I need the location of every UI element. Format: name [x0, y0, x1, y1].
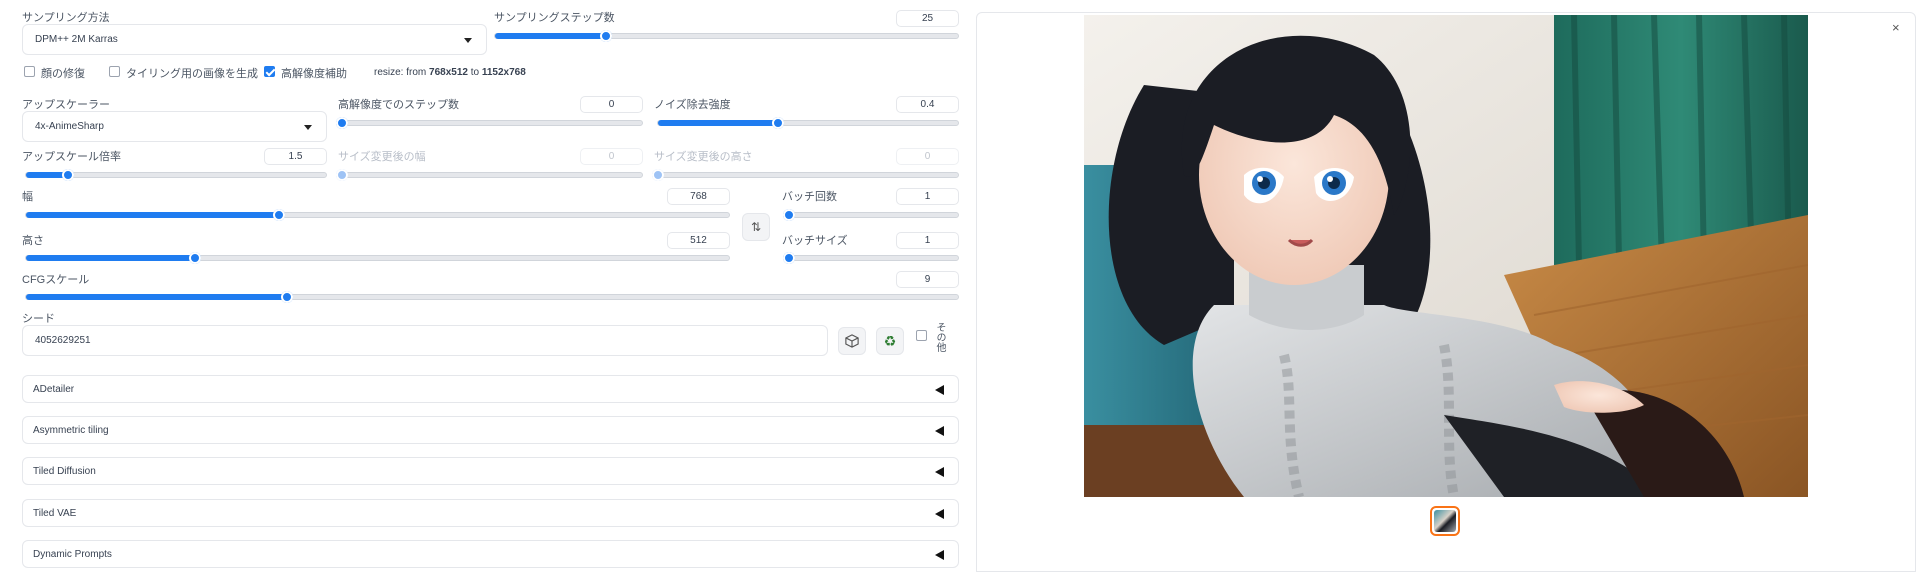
upscaler-value: 4x-AnimeSharp — [35, 121, 104, 132]
resize-width-input[interactable]: 0 — [580, 148, 643, 165]
resize-height-input[interactable]: 0 — [896, 148, 959, 165]
collapse-triangle-icon — [935, 426, 944, 436]
face-restore-checkbox[interactable] — [24, 66, 35, 77]
gallery-thumbnail[interactable] — [1430, 506, 1460, 536]
upscale-factor-input[interactable]: 1.5 — [264, 148, 327, 165]
sampling-method-label: サンプリング方法 — [22, 12, 110, 24]
denoise-label: ノイズ除去強度 — [654, 99, 731, 111]
reuse-seed-button[interactable]: ♻ — [876, 327, 904, 355]
hires-steps-label: 高解像度でのステップ数 — [338, 99, 459, 111]
collapse-triangle-icon — [935, 385, 944, 395]
width-label: 幅 — [22, 191, 33, 203]
resize-width-slider[interactable] — [336, 169, 643, 181]
accordion-adetailer[interactable]: ADetailer — [22, 375, 959, 403]
resize-height-label: サイズ変更後の高さ — [654, 151, 753, 163]
seed-value: 4052629251 — [35, 335, 91, 346]
seed-label: シード — [22, 313, 55, 325]
resize-width-label: サイズ変更後の幅 — [338, 151, 426, 163]
seed-extra-label: その他 — [934, 322, 945, 352]
sampling-steps-slider[interactable] — [494, 30, 959, 42]
accordion-dynamic-prompts[interactable]: Dynamic Prompts — [22, 540, 959, 568]
sampling-steps-label: サンプリングステップ数 — [494, 12, 615, 24]
collapse-triangle-icon — [935, 550, 944, 560]
dice-icon — [845, 334, 859, 348]
batch-size-slider[interactable] — [783, 252, 959, 264]
sampling-steps-input[interactable]: 25 — [896, 10, 959, 27]
accordion-asymmetric-tiling[interactable]: Asymmetric tiling — [22, 416, 959, 444]
upscaler-label: アップスケーラー — [22, 99, 110, 111]
tiling-label: タイリング用の画像を生成 — [126, 68, 258, 80]
collapse-triangle-icon — [935, 509, 944, 519]
upscale-factor-label: アップスケール倍率 — [22, 151, 121, 163]
batch-count-input[interactable]: 1 — [896, 188, 959, 205]
denoise-slider[interactable] — [657, 117, 959, 129]
seed-extra-checkbox[interactable] — [916, 330, 927, 341]
anime-girl-illustration — [1084, 15, 1808, 497]
generated-image[interactable] — [1084, 15, 1808, 497]
tiling-checkbox[interactable] — [109, 66, 120, 77]
chevron-down-icon — [304, 125, 312, 130]
batch-size-label: バッチサイズ — [782, 235, 848, 247]
cfg-scale-slider[interactable] — [25, 291, 959, 303]
denoise-input[interactable]: 0.4 — [896, 96, 959, 113]
width-slider[interactable] — [25, 209, 730, 221]
resize-info: resize: from 768x512 to 1152x768 — [374, 67, 526, 78]
collapse-triangle-icon — [935, 467, 944, 477]
chevron-down-icon — [464, 38, 472, 43]
resize-height-slider[interactable] — [652, 169, 959, 181]
close-icon[interactable]: × — [1892, 20, 1900, 35]
height-slider[interactable] — [25, 252, 730, 264]
sampling-method-value: DPM++ 2M Karras — [35, 34, 118, 45]
random-seed-button[interactable] — [838, 327, 866, 355]
batch-size-input[interactable]: 1 — [896, 232, 959, 249]
accordion-tiled-diffusion[interactable]: Tiled Diffusion — [22, 457, 959, 485]
seed-input[interactable]: 4052629251 — [22, 325, 828, 356]
swap-dimensions-button[interactable]: ⇅ — [742, 213, 770, 241]
cfg-scale-input[interactable]: 9 — [896, 271, 959, 288]
width-input[interactable]: 768 — [667, 188, 730, 205]
upscaler-dropdown[interactable]: 4x-AnimeSharp — [22, 111, 327, 142]
accordion-tiled-vae[interactable]: Tiled VAE — [22, 499, 959, 527]
hires-steps-slider[interactable] — [336, 117, 643, 129]
upscale-factor-slider[interactable] — [25, 169, 327, 181]
face-restore-label: 顔の修復 — [41, 68, 85, 80]
hires-steps-input[interactable]: 0 — [580, 96, 643, 113]
sampling-method-dropdown[interactable]: DPM++ 2M Karras — [22, 24, 487, 55]
hires-fix-label: 高解像度補助 — [281, 68, 347, 80]
cfg-scale-label: CFGスケール — [22, 274, 90, 286]
batch-count-slider[interactable] — [783, 209, 959, 221]
hires-fix-checkbox[interactable] — [264, 66, 275, 77]
thumbnail-image — [1434, 510, 1456, 532]
height-input[interactable]: 512 — [667, 232, 730, 249]
height-label: 高さ — [22, 235, 44, 247]
batch-count-label: バッチ回数 — [782, 191, 837, 203]
recycle-icon: ♻ — [883, 332, 897, 349]
swap-arrows-icon: ⇅ — [750, 220, 762, 234]
